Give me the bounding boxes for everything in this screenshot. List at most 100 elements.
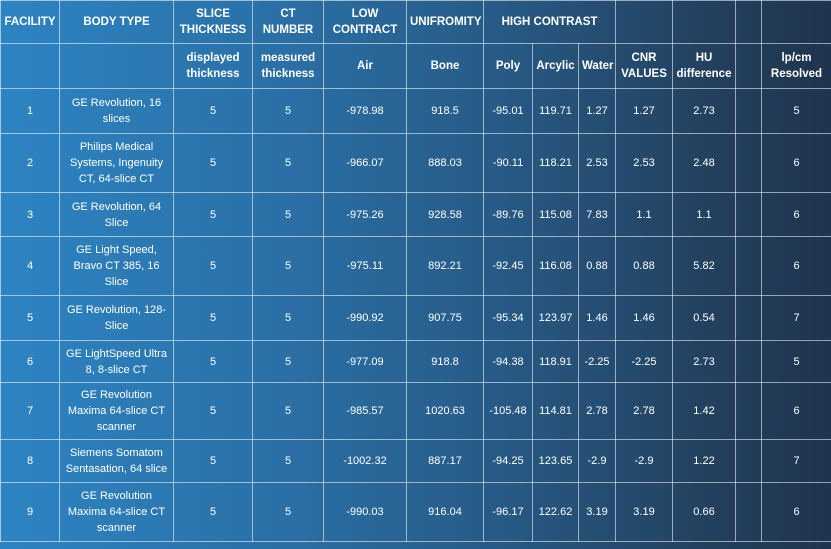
cell-displayed-thickness: 5 [173,482,253,542]
cell-lp-resolved: 6 [761,236,831,296]
cell-poly: -89.76 [483,192,533,237]
cell-bone: 916.04 [406,482,484,542]
cell-lp-resolved: 6 [761,133,831,193]
cell-hu-difference: 1.1 [672,192,736,237]
table-row: 1 GE Revolution, 16 slices 5 5 -978.98 918.5-… [0,88,831,134]
cell-body-type: GE Revolution, 16 slices [59,88,174,134]
cell-poly: -96.17 [483,482,533,542]
cell-water: 0.88 [578,236,616,296]
cell-body-type: Siemens Somatom Sentasation, 64 slice [59,439,174,483]
cell-air: -975.11 [323,236,407,296]
cell-facility: 8 [0,439,60,483]
header-empty-lp [761,0,831,44]
cell-hu-difference: 2.73 [672,88,736,134]
cell-air: -990.92 [323,295,407,341]
header-low-contract: LOW CONTRACT [323,0,407,44]
cell-displayed-thickness: 5 [173,340,253,383]
cell-body-type: GE Revolution Maxima 64-slice CT scanner [59,382,174,440]
subheader-body-type [59,43,174,89]
header-row-secondary: displayed thickness measured thickness A… [0,43,831,89]
cell-measured-thickness: 5 [252,88,324,134]
cell-water: -2.25 [578,340,616,383]
cell-gap [735,382,762,440]
cell-hu-difference: 2.48 [672,133,736,193]
cell-water: 3.19 [578,482,616,542]
cell-body-type: Philips Medical Systems, Ingenuity CT, 6… [59,133,174,193]
cell-hu-difference: 2.73 [672,340,736,383]
cell-facility: 9 [0,482,60,542]
cell-displayed-thickness: 5 [173,133,253,193]
cell-bone: 892.21 [406,236,484,296]
cell-water: 1.46 [578,295,616,341]
subheader-hu-difference: HU difference [672,43,736,89]
cell-facility: 5 [0,295,60,341]
cell-displayed-thickness: 5 [173,88,253,134]
cell-measured-thickness: 5 [252,382,324,440]
header-unifromity: UNIFROMITY [406,0,484,44]
ct-facility-table: FACILITY BODY TYPE SLICE THICKNESS CT NU… [0,0,831,542]
cell-hu-difference: 0.54 [672,295,736,341]
header-ct-number: CT NUMBER [252,0,324,44]
cell-cnr-values: 1.27 [615,88,673,134]
cell-poly: -95.34 [483,295,533,341]
cell-gap [735,236,762,296]
cell-cnr-values: 2.53 [615,133,673,193]
cell-arcylic: 122.62 [532,482,579,542]
cell-arcylic: 114.81 [532,382,579,440]
cell-lp-resolved: 5 [761,340,831,383]
cell-cnr-values: 1.1 [615,192,673,237]
cell-arcylic: 119.71 [532,88,579,134]
cell-arcylic: 116.08 [532,236,579,296]
cell-water: 1.27 [578,88,616,134]
cell-facility: 3 [0,192,60,237]
cell-facility: 1 [0,88,60,134]
cell-poly: -92.45 [483,236,533,296]
cell-displayed-thickness: 5 [173,236,253,296]
cell-measured-thickness: 5 [252,295,324,341]
cell-air: -966.07 [323,133,407,193]
table-row: 7 GE Revolution Maxima 64-slice CT scanne… [0,382,831,440]
cell-measured-thickness: 5 [252,133,324,193]
header-facility: FACILITY [0,0,60,44]
cell-gap [735,439,762,483]
cell-displayed-thickness: 5 [173,382,253,440]
cell-cnr-values: 3.19 [615,482,673,542]
cell-facility: 6 [0,340,60,383]
header-high-contrast: HIGH CONTRAST [483,0,616,44]
cell-body-type: GE Light Speed, Bravo CT 385, 16 Slice [59,236,174,296]
cell-cnr-values: 2.78 [615,382,673,440]
cell-facility: 4 [0,236,60,296]
cell-bone: 918.5 [406,88,484,134]
cell-air: -990.03 [323,482,407,542]
cell-measured-thickness: 5 [252,192,324,237]
header-empty-gap [735,0,762,44]
subheader-displayed-thickness: displayed thickness [173,43,253,89]
cell-measured-thickness: 5 [252,236,324,296]
cell-arcylic: 123.97 [532,295,579,341]
cell-water: 2.53 [578,133,616,193]
cell-lp-resolved: 5 [761,88,831,134]
subheader-facility [0,43,60,89]
cell-bone: 928.58 [406,192,484,237]
subheader-measured-thickness: measured thickness [252,43,324,89]
cell-water: 7.83 [578,192,616,237]
cell-cnr-values: 1.46 [615,295,673,341]
cell-gap [735,295,762,341]
cell-lp-resolved: 6 [761,192,831,237]
cell-arcylic: 123.65 [532,439,579,483]
cell-gap [735,133,762,193]
cell-poly: -94.25 [483,439,533,483]
subheader-bone: Bone [406,43,484,89]
cell-water: -2.9 [578,439,616,483]
header-empty-hu [672,0,736,44]
cell-gap [735,340,762,383]
cell-gap [735,482,762,542]
header-row-primary: FACILITY BODY TYPE SLICE THICKNESS CT NU… [0,0,831,44]
cell-bone: 907.75 [406,295,484,341]
cell-lp-resolved: 7 [761,295,831,341]
cell-water: 2.78 [578,382,616,440]
cell-hu-difference: 0.66 [672,482,736,542]
cell-air: -1002.32 [323,439,407,483]
table-row: 2 Philips Medical Systems, Ingenuity CT, … [0,133,831,193]
subheader-gap [735,43,762,89]
